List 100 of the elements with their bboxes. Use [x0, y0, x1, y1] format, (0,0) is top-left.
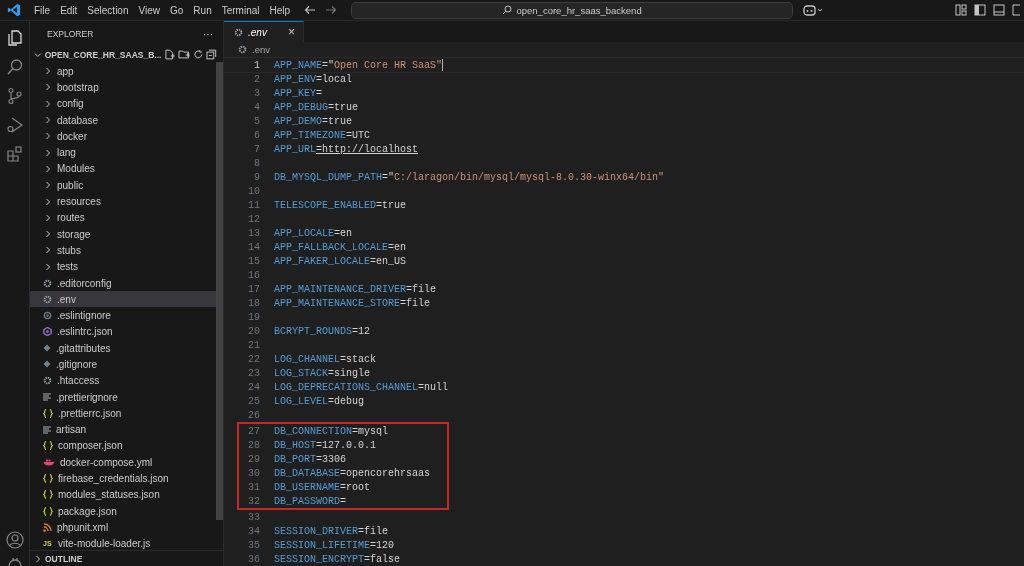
braces-icon [43, 408, 53, 418]
menu-item[interactable]: File [29, 4, 56, 16]
panel-toggle-icon[interactable] [993, 4, 1005, 16]
file-tree-item[interactable]: .htaccess [30, 372, 216, 389]
secondary-sidebar-icon[interactable] [1012, 4, 1020, 16]
menu-item[interactable]: Terminal [216, 4, 265, 16]
project-folder-title[interactable]: OPEN_CORE_HR_SAAS_B... [44, 49, 162, 60]
code-line: APP_FAKER_LOCALE=en_US [274, 255, 407, 267]
forward-arrow-icon[interactable] [325, 5, 338, 15]
line-number: 30 [247, 467, 260, 479]
line-number: 24 [247, 381, 260, 393]
file-tree-item[interactable]: docker-compose.yml [30, 454, 216, 471]
line-number: 19 [247, 311, 260, 323]
file-tree-item[interactable]: firebase_credentials.json [30, 470, 216, 487]
menu-item[interactable]: Go [165, 4, 189, 16]
search-icon[interactable] [5, 58, 24, 76]
file-tree-item[interactable]: .gitignore [30, 356, 216, 373]
file-tree-item[interactable]: artisan [30, 421, 216, 438]
line-number: 31 [247, 481, 260, 493]
code-line: LOG_DEPRECATIONS_CHANNEL=null [274, 381, 449, 393]
code-editor-logo-icon [7, 3, 21, 17]
search-field[interactable]: open_core_hr_saas_backend [351, 1, 794, 19]
scrollbar[interactable] [216, 62, 223, 520]
file-tree-item[interactable]: phpunit.xml [30, 519, 216, 536]
braces-icon [43, 490, 53, 500]
file-tree-item[interactable]: storage [30, 225, 216, 243]
editor-tab[interactable]: .env × [224, 21, 304, 43]
file-tree-item[interactable]: .eslintignore [30, 307, 216, 324]
file-tree-item[interactable]: lang [30, 144, 216, 161]
code-line: DB_DATABASE=opencorehrsaas [274, 467, 431, 479]
file-tree-item[interactable]: database [30, 111, 216, 129]
file-tree-item[interactable]: Modules [30, 160, 216, 178]
file-tree-item[interactable]: .eslintrc.json [30, 323, 216, 341]
code-line: TELESCOPE_ENABLED=true [274, 199, 407, 211]
close-button[interactable]: × [288, 25, 295, 40]
settings-icon[interactable] [5, 558, 24, 566]
code-line: DB_HOST=127.0.0.1 [274, 439, 377, 451]
line-number: 27 [247, 425, 260, 437]
file-tree-item[interactable]: .env [30, 291, 216, 308]
line-number: 29 [247, 453, 260, 465]
file-tree-item[interactable]: .prettierrc.json [30, 405, 216, 422]
menu-item[interactable]: Help [264, 4, 296, 16]
line-number: 35 [247, 539, 260, 551]
braces-icon [43, 506, 53, 516]
file-tree-item[interactable]: package.json [30, 503, 216, 520]
line-number: 7 [253, 143, 260, 155]
refresh-icon[interactable] [192, 49, 204, 60]
menu-item[interactable]: Run [188, 4, 217, 16]
line-number: 6 [253, 129, 260, 141]
account-icon[interactable] [5, 531, 24, 549]
line-number: 11 [247, 199, 260, 211]
text-lines-icon [43, 425, 51, 434]
menu-item[interactable]: View [133, 4, 165, 16]
line-number: 20 [247, 325, 260, 337]
line-number: 23 [247, 367, 260, 379]
code-line: APP_KEY= [274, 87, 323, 99]
new-file-icon[interactable] [164, 49, 176, 60]
line-number: 8 [253, 157, 260, 169]
whale-icon [43, 458, 55, 467]
file-tree-item[interactable]: routes [30, 209, 216, 226]
sidebar-toggle-icon[interactable] [974, 4, 986, 16]
file-tree-item[interactable]: composer.json [30, 437, 216, 455]
collapse-all-icon[interactable] [206, 49, 217, 60]
line-number: 14 [247, 241, 260, 253]
line-number: 4 [253, 101, 260, 113]
line-number: 2 [253, 73, 260, 85]
file-tree-item[interactable]: .editorconfig [30, 274, 216, 292]
run-debug-icon[interactable] [5, 116, 24, 134]
file-tree-item[interactable]: modules_statuses.json [30, 486, 216, 503]
file-tree-item[interactable]: tests [30, 258, 216, 275]
menu-item[interactable]: Edit [55, 4, 83, 16]
code-line: APP_DEBUG=true [274, 101, 359, 113]
layout-icon[interactable] [955, 4, 967, 16]
code-line: DB_USERNAME=root [274, 481, 371, 493]
explorer-title: EXPLORER [47, 29, 94, 39]
more-actions-button[interactable]: ··· [203, 28, 213, 40]
file-tree-item[interactable]: .gitattributes [30, 340, 216, 357]
file-tree-item[interactable]: bootstrap [30, 79, 216, 96]
breadcrumb-item[interactable]: .env [224, 42, 1024, 56]
line-number: 9 [253, 171, 260, 183]
rss-icon [43, 522, 52, 532]
file-tree-item[interactable]: .prettierignore [30, 388, 216, 406]
file-tree-item[interactable]: stubs [30, 242, 216, 259]
menu-item[interactable]: Selection [82, 4, 134, 16]
file-tree-item[interactable]: docker [30, 128, 216, 145]
outline-section-header[interactable]: OUTLINE [30, 550, 223, 566]
source-control-icon[interactable] [5, 87, 24, 105]
back-arrow-icon[interactable] [304, 5, 317, 15]
files-icon[interactable] [5, 29, 24, 47]
file-tree-item[interactable]: public [30, 177, 216, 194]
file-tree-item[interactable]: config [30, 95, 216, 112]
file-tree-item[interactable]: app [30, 63, 216, 80]
robot-face-icon[interactable] [803, 4, 824, 16]
new-folder-icon[interactable] [178, 49, 190, 60]
file-tree-item[interactable]: resources [30, 193, 216, 210]
braces-icon [43, 474, 53, 484]
extensions-icon[interactable] [5, 145, 24, 163]
line-number: 26 [247, 409, 260, 421]
code-line: APP_FALLBACK_LOCALE=en [274, 241, 407, 253]
hexagon-icon [43, 327, 52, 337]
